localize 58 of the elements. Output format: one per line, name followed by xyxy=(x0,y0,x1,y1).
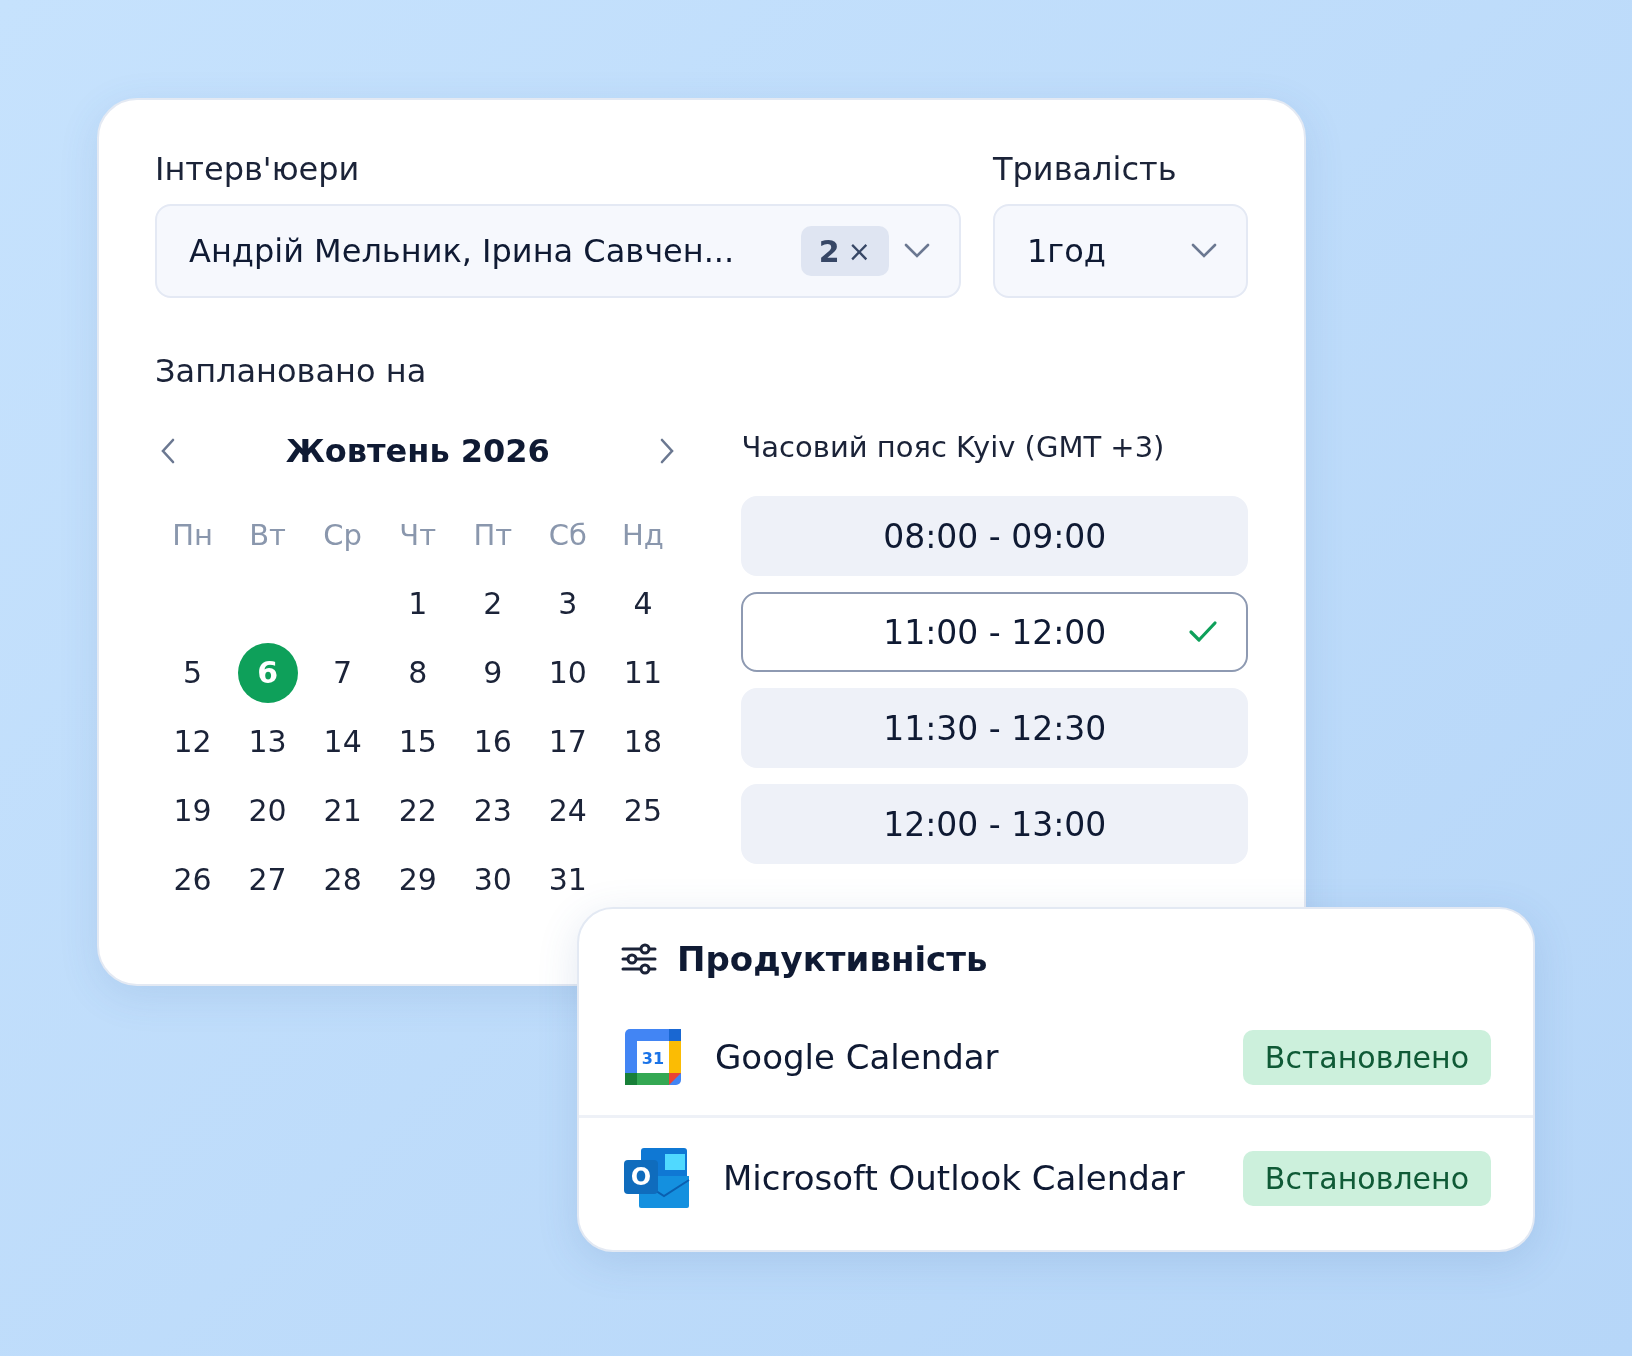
weekday-label: Пт xyxy=(472,516,514,554)
sliders-icon xyxy=(621,943,657,975)
field-label: Тривалість xyxy=(992,150,1178,188)
calendar-day[interactable]: 21 xyxy=(312,780,373,841)
calendar-day[interactable]: 2 xyxy=(462,573,523,634)
time-slot[interactable]: 12:00 - 13:00 xyxy=(741,784,1248,864)
time-slot[interactable]: 11:30 - 12:30 xyxy=(741,688,1248,768)
chevron-down-icon xyxy=(1190,242,1218,260)
status-badge: Встановлено xyxy=(1242,1029,1491,1085)
calendar-day[interactable]: 4 xyxy=(612,573,673,634)
status-badge: Встановлено xyxy=(1242,1150,1491,1206)
time-slot[interactable]: 11:00 - 12:00 xyxy=(741,592,1248,672)
calendar-day[interactable]: 26 xyxy=(162,849,223,910)
calendar-day[interactable]: 24 xyxy=(537,780,598,841)
weekday-label: Вт xyxy=(248,516,287,554)
calendar-day[interactable]: 22 xyxy=(387,780,448,841)
calendar-day[interactable]: 31 xyxy=(537,849,598,910)
calendar-day[interactable]: 30 xyxy=(462,849,523,910)
chevron-down-icon xyxy=(902,242,931,260)
section-title: Продуктивність xyxy=(677,939,988,979)
calendar-day[interactable]: 18 xyxy=(612,711,673,772)
calendar-day[interactable]: 16 xyxy=(462,711,523,772)
calendar-day[interactable]: 12 xyxy=(162,711,223,772)
time-slot[interactable]: 08:00 - 09:00 xyxy=(741,496,1248,576)
section-label: Заплановано на xyxy=(155,352,428,390)
calendar-day[interactable]: 11 xyxy=(612,642,673,703)
interviewers-select[interactable]: Андрій Мельник, Ірина Савчен... 2 × xyxy=(155,204,961,298)
weekday-label: Чт xyxy=(398,516,438,554)
timezone-label: Часовий пояс Kyiv (GMT +3) xyxy=(741,429,1166,466)
calendar-day[interactable]: 13 xyxy=(237,711,298,772)
calendar-day[interactable]: 14 xyxy=(312,711,373,772)
calendar-day[interactable]: 8 xyxy=(387,642,448,703)
calendar-day[interactable]: 15 xyxy=(387,711,448,772)
calendar-day[interactable]: 28 xyxy=(312,849,373,910)
calendar-day[interactable]: 23 xyxy=(462,780,523,841)
calendar-app-icon: 31 xyxy=(623,1027,683,1087)
app-name: Google Calendar xyxy=(715,1037,1000,1077)
weekday-label: Нд xyxy=(621,516,665,554)
calendar-day[interactable]: 7 xyxy=(312,642,373,703)
calendar-day[interactable]: 5 xyxy=(162,642,223,703)
calendar-day[interactable]: 20 xyxy=(237,780,298,841)
count-chip[interactable]: 2 × xyxy=(800,226,889,276)
calendar-day[interactable]: 25 xyxy=(612,780,673,841)
weekday-label: Сб xyxy=(547,516,588,554)
duration-select[interactable]: 1год xyxy=(992,204,1248,298)
calendar-day[interactable]: 9 xyxy=(462,642,523,703)
calendar-day[interactable]: 1 xyxy=(387,573,448,634)
calendar-day[interactable]: 3 xyxy=(537,573,598,634)
calendar-day[interactable]: 27 xyxy=(237,849,298,910)
app-name: Microsoft Outlook Calendar xyxy=(723,1158,1186,1198)
calendar-day[interactable]: 19 xyxy=(162,780,223,841)
field-label: Інтерв'юери xyxy=(155,150,361,188)
calendar-day[interactable]: 29 xyxy=(387,849,448,910)
weekday-label: Пн xyxy=(171,516,214,554)
calendar-day[interactable]: 10 xyxy=(537,642,598,703)
weekday-label: Ср xyxy=(322,516,363,554)
month-title: Жовтень 2026 xyxy=(285,432,550,470)
calendar-day[interactable]: 17 xyxy=(537,711,598,772)
